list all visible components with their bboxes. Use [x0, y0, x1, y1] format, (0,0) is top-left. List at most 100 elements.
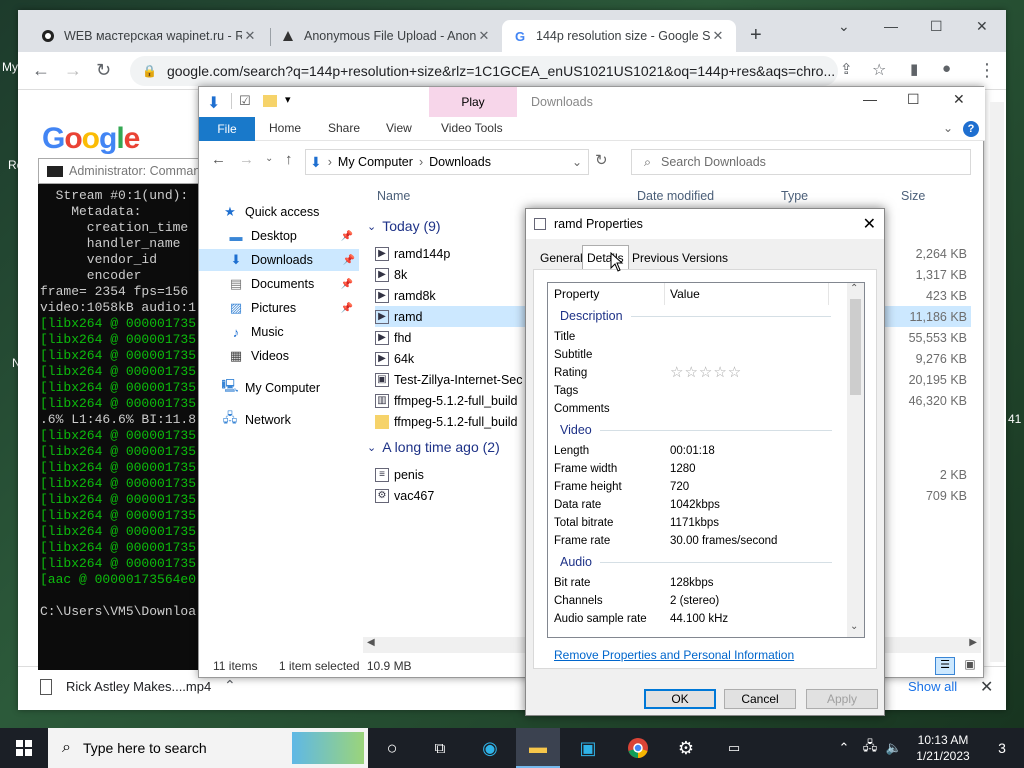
chevron-up-icon[interactable]: ⌃ [832, 728, 856, 768]
clock[interactable]: 10:13 AM 1/21/2023 [908, 732, 978, 764]
sidebar-item-network[interactable]: 🖧 Network [221, 409, 291, 431]
ribbon-tab-home[interactable]: Home [269, 121, 301, 135]
explorer-titlebar[interactable]: ⬇ ☑ ▾ Play Downloads — ☐ ✕ [199, 87, 985, 117]
sidebar-item-videos[interactable]: ▦ Videos [227, 345, 289, 367]
property-list-scrollbar[interactable]: ⌃ ⌄ [847, 283, 864, 637]
prop-frame-rate[interactable]: Frame rate [554, 535, 610, 547]
file-row[interactable]: ▣ Test-Zillya-Internet-Secu [375, 369, 523, 390]
help-icon[interactable]: ? [963, 121, 979, 137]
value-channels[interactable]: 2 (stereo) [670, 595, 719, 607]
ribbon-tab-video-tools[interactable]: Video Tools [441, 121, 503, 135]
file-row[interactable]: ▥ ffmpeg-5.1.2-full_build [375, 390, 523, 411]
reload-icon[interactable]: ↻ [96, 60, 111, 81]
header-value[interactable]: Value [670, 287, 700, 301]
ribbon-tab-file[interactable]: File [199, 117, 255, 141]
prop-comments[interactable]: Comments [554, 403, 610, 415]
sidebar-item-documents[interactable]: ▤ Documents 📌 [227, 273, 357, 295]
page-scrollbar[interactable] [990, 102, 1004, 662]
remove-properties-link[interactable]: Remove Properties and Personal Informati… [554, 648, 794, 662]
file-explorer-icon[interactable]: ▬ [516, 728, 560, 768]
value-total-bitrate[interactable]: 1171kbps [670, 517, 719, 529]
chrome-tab-anonfiles[interactable]: Anonymous File Upload - AnonF ✕ [270, 20, 502, 52]
ribbon-tab-share[interactable]: Share [328, 121, 360, 135]
ribbon-tab-view[interactable]: View [386, 121, 412, 135]
cmd-window[interactable]: Administrator: Command Stream #0:1(und):… [38, 158, 210, 670]
ok-button[interactable]: OK [644, 689, 716, 709]
file-row[interactable]: ▶ ramd8k [375, 285, 523, 306]
google-logo[interactable]: Google [42, 122, 140, 156]
store-icon[interactable]: ▣ [566, 728, 610, 768]
prop-channels[interactable]: Channels [554, 595, 603, 607]
scroll-thumb[interactable] [850, 299, 861, 395]
pin-icon[interactable]: 📌 [341, 279, 353, 290]
prop-length[interactable]: Length [554, 445, 589, 457]
file-row[interactable]: ▶ fhd [375, 327, 523, 348]
column-date-modified[interactable]: Date modified [637, 189, 714, 203]
close-icon[interactable]: ✕ [242, 28, 258, 44]
column-type[interactable]: Type [781, 189, 808, 203]
sidebar-item-downloads[interactable]: ⬇ Downloads 📌 [199, 249, 359, 271]
chevron-down-icon[interactable]: ⌄ [838, 18, 850, 35]
sidebar-item-pictures[interactable]: ▨ Pictures 📌 [227, 297, 357, 319]
thumbnail-view-icon[interactable]: ▣ [961, 657, 979, 675]
folder-icon[interactable] [263, 95, 277, 107]
up-icon[interactable]: ↑ [285, 151, 293, 168]
header-property[interactable]: Property [554, 287, 599, 301]
address-bar[interactable]: 🔒 google.com/search?q=144p+resolution+si… [130, 56, 838, 86]
profile-icon[interactable]: ● [942, 60, 951, 77]
value-bit-rate[interactable]: 128kbps [670, 577, 713, 589]
sidebar-item-music[interactable]: ♪ Music [227, 321, 284, 343]
value-data-rate[interactable]: 1042kbps [670, 499, 720, 511]
sidebar-item-desktop[interactable]: ▬ Desktop 📌 [227, 225, 357, 247]
dialog-titlebar[interactable]: ramd Properties ✕ [526, 209, 884, 239]
details-view-icon[interactable]: ☰ [935, 657, 955, 675]
new-tab-button[interactable]: + [750, 24, 762, 47]
settings-gear-icon[interactable]: ⚙ [664, 728, 708, 768]
cmd-taskbar-icon[interactable]: ▭ [712, 728, 756, 768]
prop-audio-sample-rate[interactable]: Audio sample rate [554, 613, 647, 625]
property-list[interactable]: Property Value Description Title Subtitl… [547, 282, 865, 638]
file-row[interactable]: ▶ 8k [375, 264, 523, 285]
tab-previous-versions[interactable]: Previous Versions [628, 247, 732, 269]
apply-button[interactable]: Apply [806, 689, 878, 709]
file-row[interactable]: ≡ penis [375, 464, 523, 485]
windows-start-icon[interactable] [2, 728, 46, 768]
close-icon[interactable]: ✕ [476, 28, 492, 44]
rating-stars[interactable]: ☆☆☆☆☆ [670, 363, 742, 381]
prop-frame-width[interactable]: Frame width [554, 463, 617, 475]
group-header-long-ago[interactable]: ⌄ A long time ago (2) [367, 439, 500, 455]
properties-check-icon[interactable]: ☑ [239, 93, 251, 109]
prop-total-bitrate[interactable]: Total bitrate [554, 517, 613, 529]
minimize-icon[interactable]: — [863, 91, 877, 107]
show-all-link[interactable]: Show all [908, 679, 957, 694]
maximize-icon[interactable]: ☐ [907, 91, 920, 108]
breadcrumb-my-computer[interactable]: My Computer [338, 155, 413, 169]
search-highlight-image[interactable] [292, 732, 364, 764]
chrome-tab-wapinet[interactable]: WEB мастерская wapinet.ru - Ri ✕ [30, 20, 268, 52]
cortana-icon[interactable]: ○ [370, 728, 414, 768]
close-icon[interactable]: ✕ [863, 214, 876, 234]
column-name[interactable]: Name [377, 189, 410, 203]
sidebar-item-quick-access[interactable]: ★ Quick access [221, 201, 319, 223]
maximize-icon[interactable]: ☐ [930, 18, 943, 35]
volume-icon[interactable]: 🔈 [882, 728, 906, 768]
tab-general[interactable]: General [536, 247, 587, 269]
chrome-tab-google[interactable]: G 144p resolution size - Google Se ✕ [502, 20, 736, 52]
group-header-today[interactable]: ⌄ Today (9) [367, 218, 441, 234]
chevron-down-icon[interactable]: ⌄ [572, 155, 582, 169]
close-icon[interactable]: ✕ [976, 18, 988, 35]
prop-subtitle[interactable]: Subtitle [554, 349, 592, 361]
bookmark-star-icon[interactable]: ☆ [872, 60, 886, 80]
file-row[interactable]: ▶ 64k [375, 348, 523, 369]
sidebar-item-my-computer[interactable]: 🖳 My Computer [221, 377, 320, 399]
prop-frame-height[interactable]: Frame height [554, 481, 622, 493]
task-view-icon[interactable]: ⧉ [418, 728, 462, 768]
address-bar[interactable]: ⬇ › My Computer › Downloads ⌄ [305, 149, 589, 175]
prop-bit-rate[interactable]: Bit rate [554, 577, 590, 589]
sidepanel-icon[interactable]: ▮ [910, 60, 918, 78]
chrome-icon[interactable] [616, 728, 660, 768]
back-icon[interactable]: ← [211, 151, 226, 168]
prop-title[interactable]: Title [554, 331, 575, 343]
prop-data-rate[interactable]: Data rate [554, 499, 601, 511]
file-row[interactable]: ▶ ramd144p [375, 243, 523, 264]
